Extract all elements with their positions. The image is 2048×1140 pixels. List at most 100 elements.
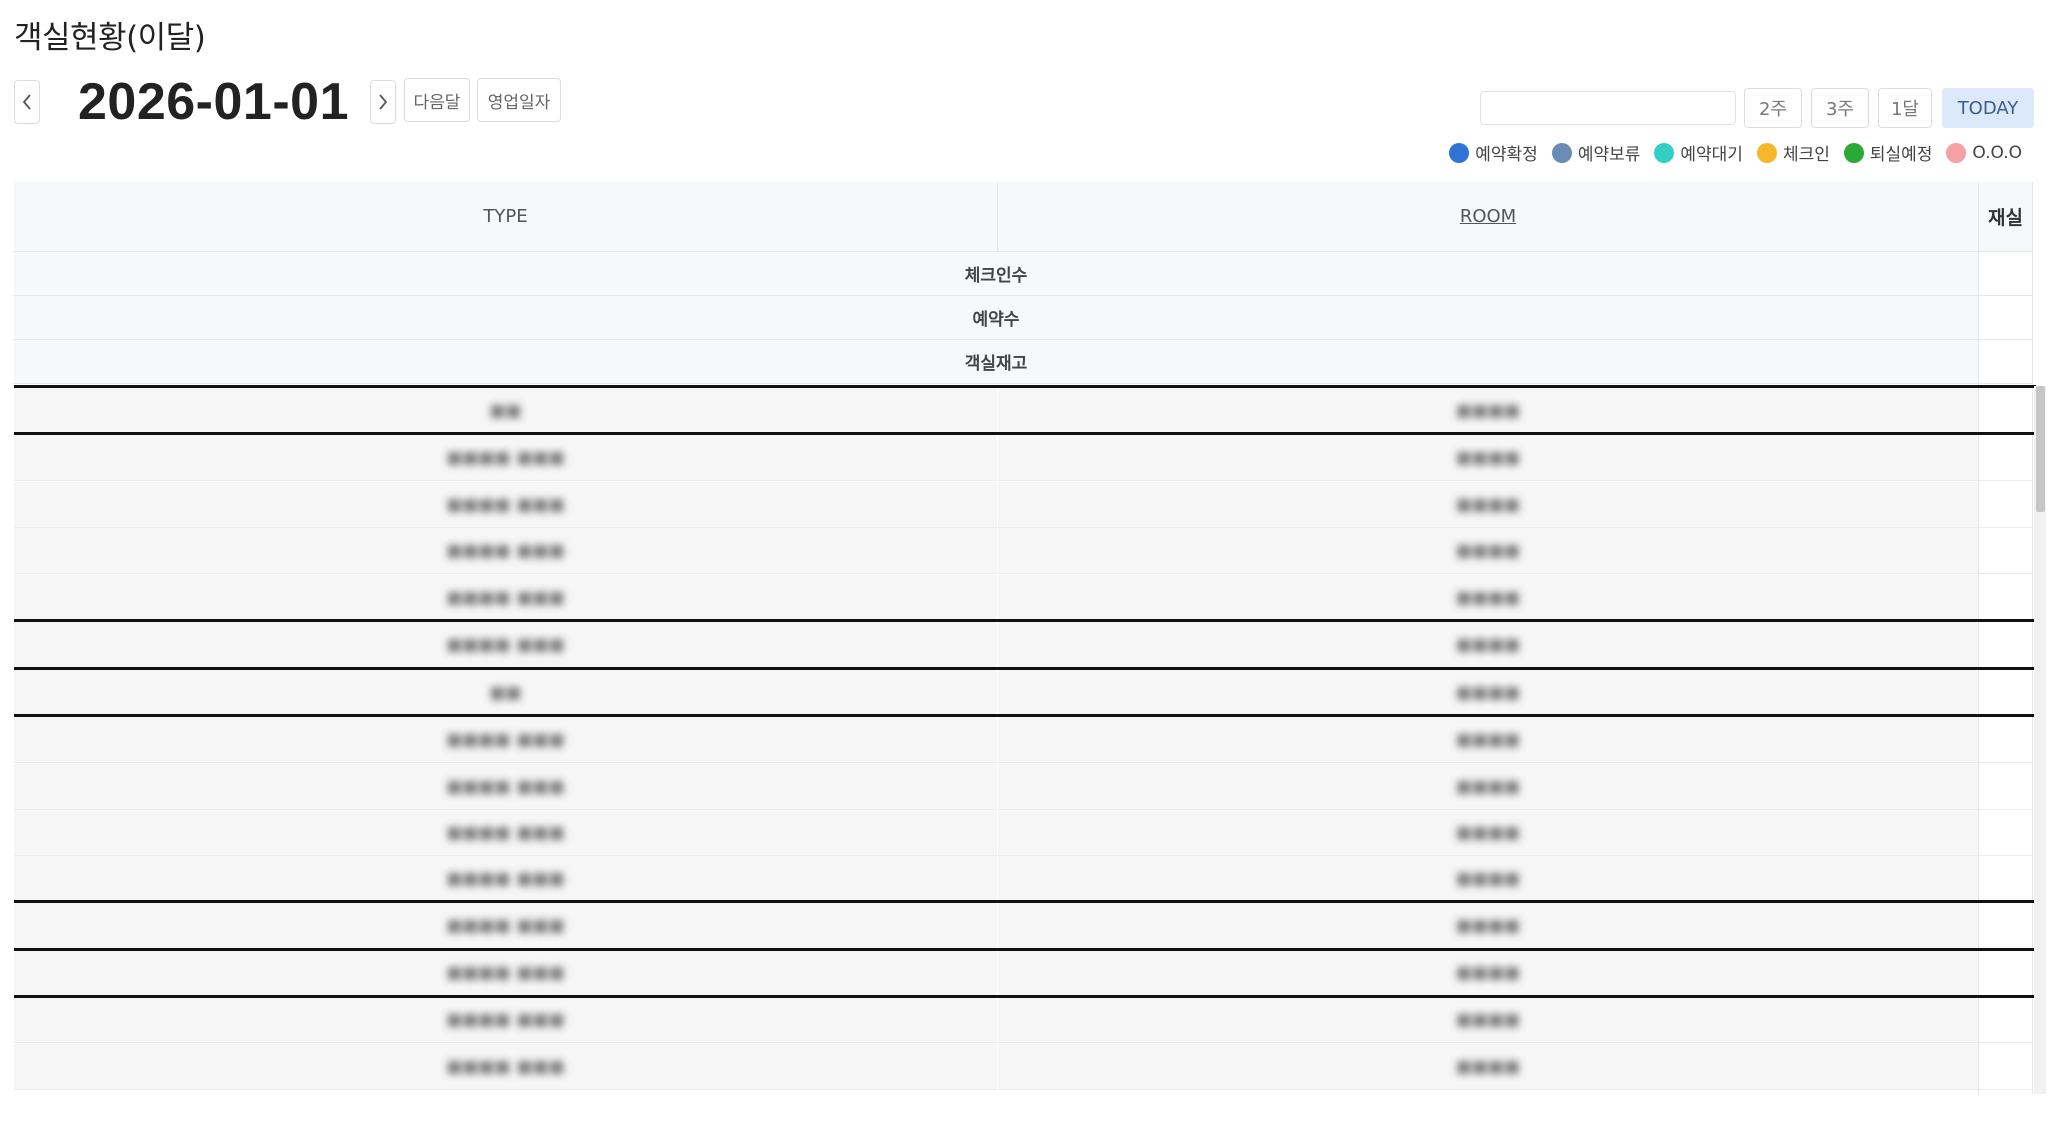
room-number-cell[interactable]: ■■■■ [998,903,1978,949]
room-number-text: ■■■■ [1455,540,1521,561]
stay-cell[interactable] [1979,575,2032,621]
stay-cell[interactable] [1979,435,2032,481]
room-number-cell[interactable]: ■■■■ [998,388,1978,434]
stay-cell[interactable] [1979,856,2032,902]
search-input[interactable] [1480,91,1736,125]
summary-checkin-count: 체크인수 [14,252,1978,296]
room-type-cell: ■■■■ ■■■ [14,856,997,902]
room-number-text: ■■■■ [1455,822,1521,843]
legend-item-hold: 예약보류 [1551,140,1640,165]
today-button[interactable]: TODAY [1942,88,2034,128]
stay-cell[interactable] [1979,670,2032,716]
three-weeks-button[interactable]: 3주 [1811,88,1869,128]
room-number-cell[interactable]: ■■■■ [998,764,1978,810]
room-number-text: ■■■■ [1455,868,1521,889]
table-row[interactable]: ■■■■ ■■■ ■■■■ [14,717,2036,763]
room-type-text: ■■ [489,400,522,421]
stay-cell[interactable] [1979,1044,2032,1090]
room-number-text: ■■■■ [1455,729,1521,750]
table-row[interactable]: ■■ ■■■■ [14,670,2036,716]
stay-cell[interactable] [1979,622,2032,668]
table-row[interactable]: ■■■■ ■■■ ■■■■ [14,997,2036,1043]
room-number-cell[interactable]: ■■■■ [998,950,1978,996]
legend-dot-icon [1654,142,1675,163]
one-month-button[interactable]: 1달 [1878,88,1932,128]
room-type-cell: ■■■■ ■■■ [14,1044,997,1090]
room-type-text: ■■■■ ■■■ [446,962,565,983]
stay-cell[interactable] [1979,810,2032,856]
page-title: 객실현황(이달) [14,20,206,56]
room-type-text: ■■ [489,682,522,703]
table-row[interactable]: ■■■■ ■■■ ■■■■ [14,622,2036,668]
next-month-button[interactable]: 다음달 [404,78,470,122]
room-type-cell: ■■■■ ■■■ [14,622,997,668]
scrollbar-thumb[interactable] [2036,386,2045,512]
room-type-text: ■■■■ ■■■ [446,822,565,843]
room-number-cell[interactable]: ■■■■ [998,997,1978,1043]
room-number-cell[interactable]: ■■■■ [998,717,1978,763]
room-type-text: ■■■■ ■■■ [446,494,565,515]
stay-cell[interactable] [1979,388,2032,434]
table-row[interactable]: ■■■■ ■■■ ■■■■ [14,810,2036,856]
chevron-left-icon [22,94,31,110]
room-type-cell: ■■■■ ■■■ [14,482,997,528]
chevron-right-icon [379,94,388,110]
room-number-cell[interactable]: ■■■■ [998,482,1978,528]
stay-cell[interactable] [1979,528,2032,574]
room-type-text: ■■■■ ■■■ [446,587,565,608]
stay-cell[interactable] [1979,764,2032,810]
room-number-text: ■■■■ [1455,1056,1521,1077]
room-group-divider [14,667,2036,670]
room-number-text: ■■■■ [1455,1009,1521,1030]
legend-label: 예약대기 [1680,145,1743,165]
legend-dot-icon [1756,142,1777,163]
table-row[interactable]: ■■■■ ■■■ ■■■■ [14,950,2036,996]
table-row[interactable]: ■■■■ ■■■ ■■■■ [14,1044,2036,1090]
table-row[interactable]: ■■■■ ■■■ ■■■■ [14,435,2036,481]
room-number-cell[interactable]: ■■■■ [998,856,1978,902]
next-date-button[interactable] [370,80,396,124]
table-row[interactable]: ■■■■ ■■■ ■■■■ [14,482,2036,528]
room-number-cell[interactable]: ■■■■ [998,670,1978,716]
legend-item-confirmed: 예약확정 [1449,140,1538,165]
header-room[interactable]: ROOM [998,182,1978,252]
room-number-text: ■■■■ [1455,400,1521,421]
table-row[interactable]: ■■ ■■■■ [14,388,2036,434]
room-number-text: ■■■■ [1455,447,1521,468]
stay-cell[interactable] [1979,950,2032,996]
room-number-cell[interactable]: ■■■■ [998,1044,1978,1090]
room-type-cell: ■■■■ ■■■ [14,950,997,996]
stay-cell[interactable] [1979,717,2032,763]
stay-cell[interactable] [1979,482,2032,528]
room-number-text: ■■■■ [1455,776,1521,797]
header-type: TYPE [14,182,997,252]
legend-label: 퇴실예정 [1869,145,1933,165]
room-number-cell[interactable]: ■■■■ [998,622,1978,668]
legend-dot-icon [1946,142,1967,163]
prev-date-button[interactable] [14,80,40,124]
legend-item-checkin: 체크인 [1756,140,1830,165]
two-weeks-button[interactable]: 2주 [1744,88,1802,128]
room-number-cell[interactable]: ■■■■ [998,528,1978,574]
stay-cell[interactable] [1979,997,2032,1043]
room-number-cell[interactable]: ■■■■ [998,810,1978,856]
room-group-divider [14,619,2036,622]
room-type-cell: ■■■■ ■■■ [14,717,997,763]
business-date-button[interactable]: 영업일자 [477,78,561,122]
current-date: 2026-01-01 [78,73,349,131]
room-number-text: ■■■■ [1455,915,1521,936]
table-row[interactable]: ■■■■ ■■■ ■■■■ [14,764,2036,810]
legend-dot-icon [1843,142,1864,163]
summary-cell [1978,340,2032,384]
table-row[interactable]: ■■■■ ■■■ ■■■■ [14,856,2036,902]
room-number-cell[interactable]: ■■■■ [998,435,1978,481]
table-row[interactable]: ■■■■ ■■■ ■■■■ [14,575,2036,621]
room-type-text: ■■■■ ■■■ [446,915,565,936]
stay-cell[interactable] [1979,903,2032,949]
room-type-text: ■■■■ ■■■ [446,729,565,750]
legend-label: 체크인 [1782,145,1830,165]
table-row[interactable]: ■■■■ ■■■ ■■■■ [14,903,2036,949]
room-number-cell[interactable]: ■■■■ [998,575,1978,621]
legend-item-checkout-due: 퇴실예정 [1843,140,1933,165]
table-row[interactable]: ■■■■ ■■■ ■■■■ [14,528,2036,574]
